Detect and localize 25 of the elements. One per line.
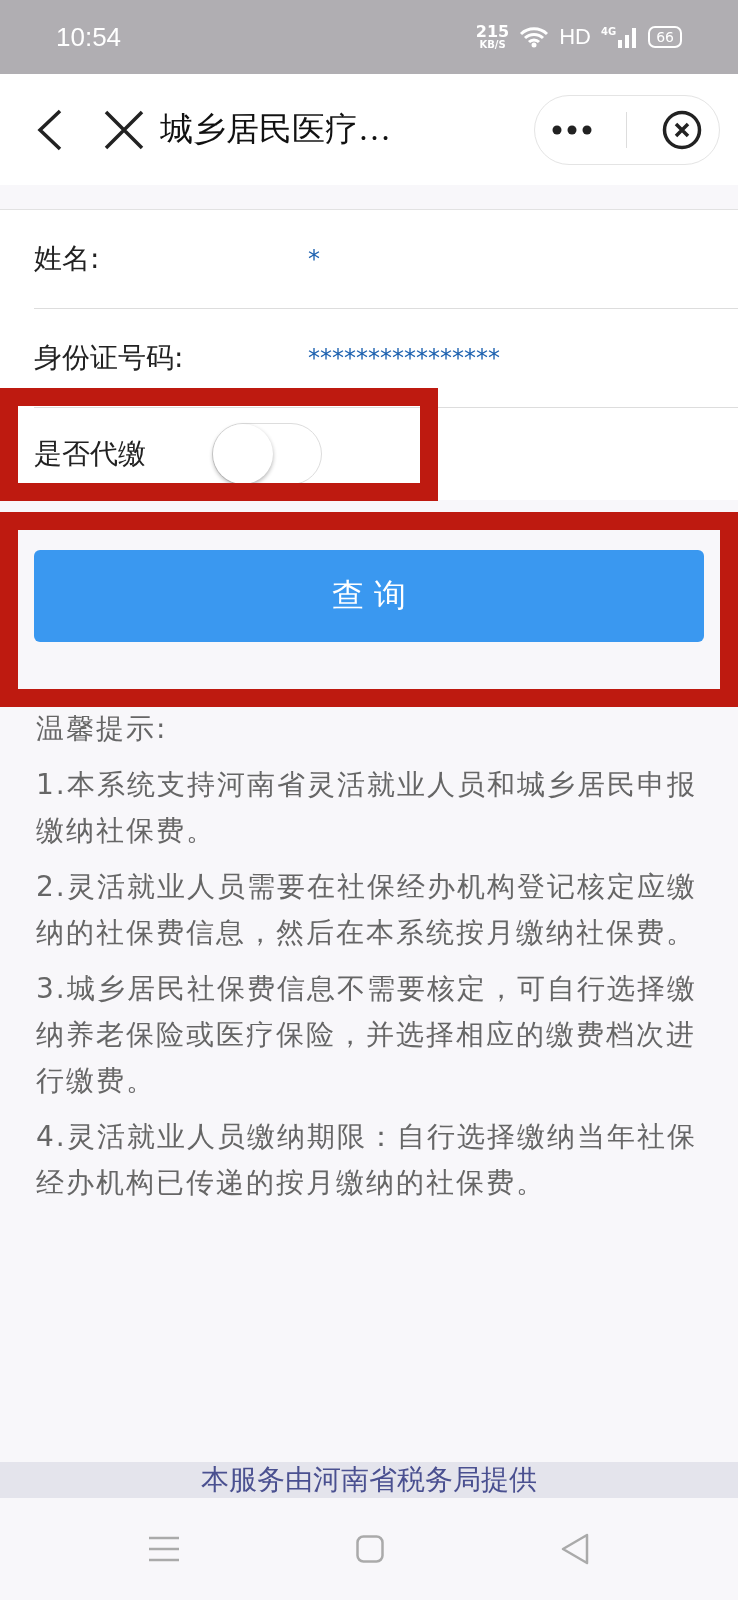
close-icon[interactable] — [661, 109, 702, 150]
network-label: HD — [559, 24, 591, 50]
field-value: * — [308, 245, 320, 273]
tip-text: 1.本系统支持河南省灵活就业人员和城乡居民申报缴纳社保费。 — [36, 767, 698, 849]
toggle-label: 是否代缴 — [34, 436, 146, 472]
close-icon[interactable] — [104, 109, 144, 150]
toggle-switch[interactable] — [212, 423, 322, 485]
network-speed: 215 KB/S — [475, 24, 510, 50]
back-icon[interactable] — [36, 108, 64, 151]
wifi-icon — [519, 26, 550, 48]
tip-text: 2.灵活就业人员需要在社保经办机构登记核定应缴纳的社保费信息，然后在本系统按月缴纳社保费。 — [36, 869, 698, 951]
signal-icon — [618, 26, 639, 48]
tip-text: 4.灵活就业人员缴纳期限：自行选择缴纳当年社保经办机构已传递的按月缴纳的社保费。 — [36, 1119, 698, 1201]
footer-text: 本服务由河南省税务局提供 — [0, 1462, 738, 1498]
query-button[interactable]: 查 询 — [34, 550, 704, 642]
field-value: **************** — [308, 344, 500, 372]
page-title: 城乡居民医疗… — [160, 110, 392, 149]
more-icon[interactable] — [552, 124, 593, 135]
field-label: 身份证号码: — [34, 340, 185, 376]
cellular-label: 4G — [601, 26, 617, 37]
field-label: 姓名: — [34, 241, 101, 277]
tip-text: 3.城乡居民社保费信息不需要核定，可自行选择缴纳养老保险或医疗保险，并选择相应的缴费档次进行缴费。 — [36, 971, 698, 1099]
tips-title: 温馨提示: — [36, 711, 169, 747]
status-time: 10:54 — [56, 21, 123, 53]
battery-level: 66 — [648, 26, 682, 48]
